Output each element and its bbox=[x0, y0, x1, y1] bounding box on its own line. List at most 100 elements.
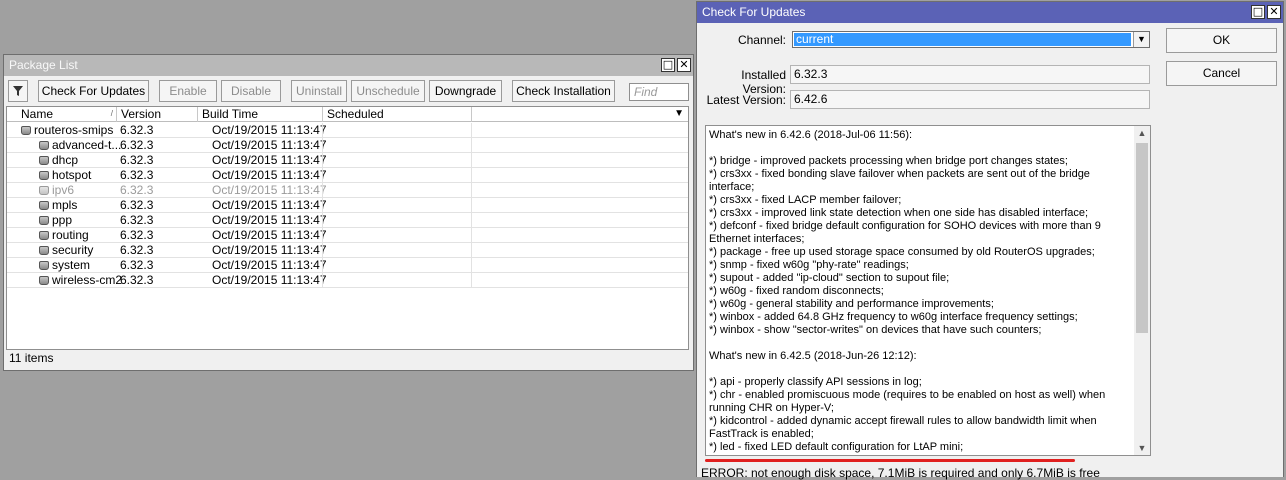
package-name-cell: routeros-smips bbox=[21, 123, 113, 137]
changelog-line: *) w60g - fixed random disconnects; bbox=[709, 285, 884, 297]
error-message: ERROR: not enough disk space, 7.1MiB is … bbox=[701, 466, 1100, 480]
package-icon bbox=[39, 186, 49, 195]
changelog-line: *) led - fixed LED default configuration… bbox=[709, 441, 964, 453]
package-icon bbox=[39, 231, 49, 240]
package-name-cell: ipv6 bbox=[39, 183, 74, 197]
item-count: 11 items bbox=[9, 351, 54, 365]
uninstall-button[interactable]: Uninstall bbox=[291, 80, 347, 102]
close-icon[interactable]: ✕ bbox=[677, 58, 691, 72]
table-row[interactable]: system 6.32.3 Oct/19/2015 11:13:47 bbox=[7, 258, 688, 273]
close-icon[interactable]: ✕ bbox=[1267, 5, 1281, 19]
changelog-line: *) crs3xx - fixed bonding slave failover… bbox=[709, 168, 1093, 193]
changelog-line: *) snmp - fixed w60g "phy-rate" readings… bbox=[709, 259, 909, 271]
changelog-scrollbar[interactable]: ▲ ▼ bbox=[1134, 126, 1150, 455]
enable-button[interactable]: Enable bbox=[159, 80, 217, 102]
column-divider bbox=[471, 243, 472, 258]
version-cell: 6.32.3 bbox=[120, 123, 154, 137]
changelog-textbox[interactable]: What's new in 6.42.6 (2018-Jul-06 11:56)… bbox=[705, 125, 1151, 456]
changelog-line: *) snmp - added "rssi" and "tx-sector-in… bbox=[709, 454, 1134, 455]
sort-arrow-icon: / bbox=[110, 109, 113, 118]
column-divider bbox=[322, 123, 323, 138]
build-time-cell: Oct/19/2015 11:13:47 bbox=[212, 183, 327, 197]
column-version[interactable]: Version bbox=[117, 107, 198, 122]
column-divider bbox=[322, 228, 323, 243]
downgrade-button[interactable]: Downgrade bbox=[429, 80, 502, 102]
column-divider bbox=[471, 123, 472, 138]
package-name-cell: ppp bbox=[39, 213, 72, 227]
changelog-line: *) package - free up used storage space … bbox=[709, 246, 1095, 258]
check-updates-titlebar[interactable]: Check For Updates □ ✕ bbox=[697, 2, 1283, 23]
dropdown-arrow-icon[interactable]: ▼ bbox=[1133, 32, 1149, 47]
column-menu-icon[interactable]: ▼ bbox=[674, 107, 684, 121]
package-icon bbox=[39, 261, 49, 270]
column-divider bbox=[471, 198, 472, 213]
build-time-cell: Oct/19/2015 11:13:47 bbox=[212, 273, 327, 287]
column-scheduled[interactable]: Scheduled bbox=[323, 107, 472, 122]
table-row[interactable]: ppp 6.32.3 Oct/19/2015 11:13:47 bbox=[7, 213, 688, 228]
column-divider bbox=[471, 168, 472, 183]
package-name-cell: dhcp bbox=[39, 153, 78, 167]
build-time-cell: Oct/19/2015 11:13:47 bbox=[212, 258, 327, 272]
package-name-cell: routing bbox=[39, 228, 89, 242]
cancel-button[interactable]: Cancel bbox=[1166, 61, 1277, 86]
filter-icon bbox=[13, 86, 23, 96]
table-row[interactable]: hotspot 6.32.3 Oct/19/2015 11:13:47 bbox=[7, 168, 688, 183]
table-row[interactable]: dhcp 6.32.3 Oct/19/2015 11:13:47 bbox=[7, 153, 688, 168]
build-time-cell: Oct/19/2015 11:13:47 bbox=[212, 198, 327, 212]
table-row[interactable]: routeros-smips 6.32.3 Oct/19/2015 11:13:47 bbox=[7, 123, 688, 138]
table-header: Name / Version Build Time Scheduled ▼ bbox=[7, 107, 688, 122]
maximize-icon[interactable]: □ bbox=[661, 58, 675, 72]
unschedule-button[interactable]: Unschedule bbox=[351, 80, 425, 102]
table-row[interactable]: security 6.32.3 Oct/19/2015 11:13:47 bbox=[7, 243, 688, 258]
changelog-line: What's new in 6.42.5 (2018-Jun-26 12:12)… bbox=[709, 350, 917, 362]
package-icon bbox=[39, 141, 49, 150]
version-cell: 6.32.3 bbox=[120, 228, 154, 242]
version-cell: 6.32.3 bbox=[120, 213, 154, 227]
installed-version-field: 6.32.3 bbox=[790, 65, 1150, 84]
table-row[interactable]: advanced-t... 6.32.3 Oct/19/2015 11:13:47 bbox=[7, 138, 688, 153]
package-name-cell: system bbox=[39, 258, 90, 272]
changelog-line: *) crs3xx - improved link state detectio… bbox=[709, 207, 1089, 219]
changelog-line bbox=[709, 363, 1134, 376]
changelog-line: *) supout - added "ip-cloud" section to … bbox=[709, 272, 950, 284]
installed-version-label: Installed Version: bbox=[741, 68, 786, 96]
package-list-titlebar[interactable]: Package List □ ✕ bbox=[4, 55, 693, 76]
column-divider bbox=[471, 153, 472, 168]
channel-select[interactable]: current ▼ bbox=[792, 31, 1150, 48]
build-time-cell: Oct/19/2015 11:13:47 bbox=[212, 153, 327, 167]
maximize-icon[interactable]: □ bbox=[1251, 5, 1265, 19]
table-row[interactable]: wireless-cm2 6.32.3 Oct/19/2015 11:13:47 bbox=[7, 273, 688, 288]
table-row[interactable]: routing 6.32.3 Oct/19/2015 11:13:47 bbox=[7, 228, 688, 243]
build-time-cell: Oct/19/2015 11:13:47 bbox=[212, 123, 327, 137]
scroll-thumb[interactable] bbox=[1136, 143, 1148, 333]
column-name[interactable]: Name / bbox=[17, 107, 117, 122]
build-time-cell: Oct/19/2015 11:13:47 bbox=[212, 168, 327, 182]
check-installation-button[interactable]: Check Installation bbox=[512, 80, 615, 102]
changelog-line: *) w60g - general stability and performa… bbox=[709, 298, 994, 310]
filter-button[interactable] bbox=[8, 80, 28, 102]
channel-value: current bbox=[794, 33, 1131, 46]
error-underline bbox=[705, 459, 1075, 462]
package-table: Name / Version Build Time Scheduled ▼ ro… bbox=[6, 106, 689, 350]
package-icon bbox=[39, 246, 49, 255]
column-build-time[interactable]: Build Time bbox=[198, 107, 323, 122]
table-row[interactable]: ipv6 6.32.3 Oct/19/2015 11:13:47 bbox=[7, 183, 688, 198]
check-for-updates-button[interactable]: Check For Updates bbox=[38, 80, 149, 102]
column-divider bbox=[322, 138, 323, 153]
changelog-text: What's new in 6.42.6 (2018-Jul-06 11:56)… bbox=[709, 129, 1134, 455]
ok-button[interactable]: OK bbox=[1166, 28, 1277, 53]
find-input[interactable]: Find bbox=[629, 83, 689, 101]
scroll-up-icon[interactable]: ▲ bbox=[1134, 128, 1150, 138]
package-name-cell: wireless-cm2 bbox=[39, 273, 122, 287]
version-cell: 6.32.3 bbox=[120, 273, 154, 287]
disable-button[interactable]: Disable bbox=[221, 80, 281, 102]
column-divider bbox=[322, 153, 323, 168]
scroll-down-icon[interactable]: ▼ bbox=[1134, 443, 1150, 453]
changelog-line: *) kidcontrol - added dynamic accept fir… bbox=[709, 415, 1100, 440]
column-divider bbox=[322, 258, 323, 273]
table-row[interactable]: mpls 6.32.3 Oct/19/2015 11:13:47 bbox=[7, 198, 688, 213]
column-divider bbox=[322, 198, 323, 213]
latest-version-field: 6.42.6 bbox=[790, 90, 1150, 109]
package-icon bbox=[21, 126, 31, 135]
column-divider bbox=[471, 228, 472, 243]
